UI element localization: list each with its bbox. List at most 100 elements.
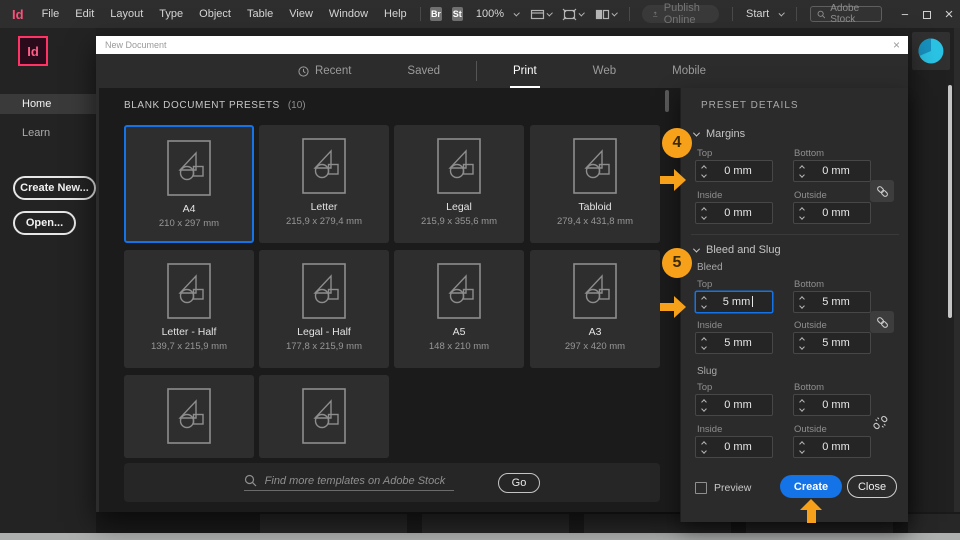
stepper-arrows-icon[interactable] — [696, 206, 712, 220]
stepper-arrows-icon[interactable] — [696, 164, 712, 178]
go-button[interactable]: Go — [497, 472, 541, 493]
preset-card-partial[interactable] — [124, 375, 254, 458]
screen-mode-icon[interactable] — [562, 8, 577, 21]
stepper-arrows-icon[interactable] — [696, 398, 712, 412]
arrange-documents-icon[interactable] — [595, 8, 610, 21]
publish-online-button[interactable]: Publish Online — [642, 2, 720, 26]
create-button[interactable]: Create — [780, 475, 842, 498]
preset-card-a4[interactable]: A4 210 x 297 mm — [124, 125, 254, 243]
adobe-stock-search-input[interactable]: Adobe Stock — [809, 3, 882, 25]
menu-layout[interactable]: Layout — [102, 8, 151, 20]
stepper-value[interactable]: 0 mm — [712, 207, 772, 219]
workspace-switcher[interactable]: Start — [738, 8, 777, 20]
stepper-value[interactable]: 0 mm — [712, 441, 772, 453]
slug-top-stepper[interactable]: 0 mm — [695, 394, 773, 416]
stepper-arrows-icon[interactable] — [794, 295, 810, 309]
slug-unlink-button[interactable] — [873, 415, 888, 430]
stepper-arrows-icon[interactable] — [794, 164, 810, 178]
margins-outside-stepper[interactable]: 0 mm — [793, 202, 871, 224]
margins-top-stepper[interactable]: 0 mm — [695, 160, 773, 182]
maximize-button[interactable] — [916, 7, 938, 22]
preset-card-legal[interactable]: Legal 215,9 x 355,6 mm — [394, 125, 524, 243]
stock-icon[interactable]: St — [451, 7, 463, 21]
slug-bottom-stepper[interactable]: 0 mm — [793, 394, 871, 416]
chevron-down-icon[interactable] — [513, 9, 520, 17]
menu-window[interactable]: Window — [321, 8, 376, 20]
creative-cloud-avatar[interactable] — [912, 32, 950, 70]
broken-chain-icon — [873, 415, 888, 430]
sidebar-item-learn[interactable]: Learn — [0, 123, 96, 143]
zoom-level-select[interactable]: 100% — [468, 8, 512, 20]
tab-web[interactable]: Web — [593, 54, 616, 88]
menu-file[interactable]: File — [34, 8, 68, 20]
bleed-link-button[interactable] — [870, 311, 894, 333]
stepper-value[interactable]: 0 mm — [810, 207, 870, 219]
slug-inside-stepper[interactable]: 0 mm — [695, 436, 773, 458]
menu-help[interactable]: Help — [376, 8, 415, 20]
stepper-value[interactable]: 0 mm — [712, 399, 772, 411]
recent-file-tile — [260, 514, 407, 533]
bleed-slug-section-header[interactable]: Bleed and Slug — [692, 244, 781, 256]
field-label: Outside — [794, 424, 827, 435]
stepper-arrows-icon[interactable] — [794, 440, 810, 454]
menu-type[interactable]: Type — [151, 8, 191, 20]
menu-edit[interactable]: Edit — [67, 8, 102, 20]
stock-search-placeholder: Adobe Stock — [830, 3, 860, 25]
slug-outside-stepper[interactable]: 0 mm — [793, 436, 871, 458]
margins-link-button[interactable] — [870, 180, 894, 202]
stepper-value[interactable]: 5 mm — [810, 337, 870, 349]
close-button[interactable]: × — [938, 6, 960, 23]
preset-card-a3[interactable]: A3 297 x 420 mm — [530, 250, 660, 368]
stepper-value[interactable]: 0 mm — [712, 165, 772, 177]
preset-card-letter[interactable]: Letter 215,9 x 279,4 mm — [259, 125, 389, 243]
stepper-value[interactable]: 0 mm — [810, 399, 870, 411]
stepper-arrows-icon[interactable] — [794, 336, 810, 350]
template-search-input[interactable]: Find more templates on Adobe Stock — [243, 474, 454, 491]
margins-bottom-stepper[interactable]: 0 mm — [793, 160, 871, 182]
stepper-arrows-icon[interactable] — [794, 206, 810, 220]
stepper-arrows-icon[interactable] — [794, 398, 810, 412]
presets-scrollbar[interactable] — [665, 90, 669, 112]
stepper-value[interactable]: 5 mm — [712, 296, 772, 308]
bridge-icon[interactable]: Br — [430, 7, 442, 21]
preset-card-partial[interactable] — [259, 375, 389, 458]
chevron-down-icon[interactable] — [546, 9, 553, 17]
stepper-value[interactable]: 0 mm — [810, 165, 870, 177]
stepper-arrows-icon[interactable] — [696, 295, 712, 309]
preset-card-tabloid[interactable]: Tabloid 279,4 x 431,8 mm — [530, 125, 660, 243]
sidebar-item-home[interactable]: Home — [0, 94, 96, 114]
tab-recent[interactable]: Recent — [298, 54, 351, 88]
minimize-button[interactable]: − — [894, 7, 916, 22]
preview-checkbox[interactable] — [695, 482, 707, 494]
menu-object[interactable]: Object — [191, 8, 239, 20]
bleed-top-stepper[interactable]: 5 mm — [695, 291, 773, 313]
view-options-icon[interactable] — [530, 8, 545, 21]
stepper-value[interactable]: 5 mm — [810, 296, 870, 308]
menu-table[interactable]: Table — [239, 8, 281, 20]
preset-card-letter-half[interactable]: Letter - Half 139,7 x 215,9 mm — [124, 250, 254, 368]
preset-card-a5[interactable]: A5 148 x 210 mm — [394, 250, 524, 368]
chevron-down-icon[interactable] — [779, 9, 786, 17]
menu-view[interactable]: View — [281, 8, 321, 20]
chevron-down-icon[interactable] — [611, 9, 618, 17]
stepper-value[interactable]: 5 mm — [712, 337, 772, 349]
field-label: Inside — [697, 320, 723, 331]
tab-saved[interactable]: Saved — [407, 54, 440, 88]
bleed-inside-stepper[interactable]: 5 mm — [695, 332, 773, 354]
preset-card-legal-half[interactable]: Legal - Half 177,8 x 215,9 mm — [259, 250, 389, 368]
bleed-outside-stepper[interactable]: 5 mm — [793, 332, 871, 354]
margins-section-header[interactable]: Margins — [692, 128, 745, 140]
bleed-bottom-stepper[interactable]: 5 mm — [793, 291, 871, 313]
dialog-close-icon[interactable]: × — [893, 36, 900, 54]
stepper-arrows-icon[interactable] — [696, 336, 712, 350]
margins-inside-stepper[interactable]: 0 mm — [695, 202, 773, 224]
tab-mobile[interactable]: Mobile — [672, 54, 706, 88]
create-new-button[interactable]: Create New... — [13, 176, 96, 200]
close-dialog-button[interactable]: Close — [847, 475, 897, 498]
stepper-value[interactable]: 0 mm — [810, 441, 870, 453]
tab-print[interactable]: Print — [510, 54, 540, 88]
stepper-arrows-icon[interactable] — [696, 440, 712, 454]
open-button[interactable]: Open... — [13, 211, 76, 235]
workspace-scrollbar[interactable] — [948, 85, 952, 318]
chevron-down-icon[interactable] — [579, 9, 586, 17]
